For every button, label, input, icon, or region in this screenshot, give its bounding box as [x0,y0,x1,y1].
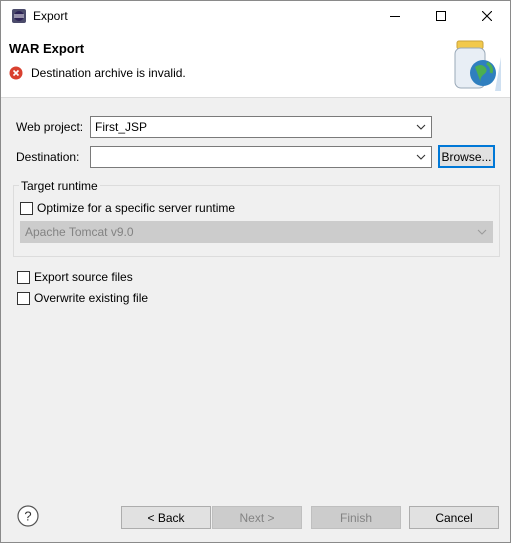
minimize-icon [390,16,400,17]
web-project-value: First_JSP [95,120,148,134]
chevron-down-icon [416,154,426,160]
error-message: Destination archive is invalid. [31,66,186,80]
chevron-down-icon [416,124,426,130]
eclipse-app-icon [12,9,26,23]
close-icon [482,11,492,21]
optimize-runtime-checkbox-row[interactable]: Optimize for a specific server runtime [20,201,235,215]
target-runtime-group-label: Target runtime [19,179,100,193]
export-dialog: Export WAR Export Destination archive is… [0,0,511,543]
back-button[interactable]: < Back [121,506,211,529]
destination-label: Destination: [16,150,80,164]
svg-text:?: ? [24,509,31,524]
overwrite-label: Overwrite existing file [34,291,149,305]
export-jar-globe-icon [437,40,501,91]
runtime-combo: Apache Tomcat v9.0 [20,221,493,243]
browse-button[interactable]: Browse... [438,145,495,168]
help-icon[interactable]: ? [17,505,39,527]
cancel-button[interactable]: Cancel [409,506,499,529]
next-button[interactable]: Next > [212,506,302,529]
maximize-button[interactable] [418,1,464,31]
destination-combo[interactable] [90,146,432,168]
window-title: Export [33,9,68,23]
export-source-checkbox[interactable] [17,270,30,284]
overwrite-checkbox-row[interactable]: Overwrite existing file [17,291,148,305]
chevron-down-icon [477,229,487,235]
wizard-banner: WAR Export Destination archive is invali… [1,31,510,98]
runtime-value: Apache Tomcat v9.0 [25,225,134,239]
error-icon [9,66,23,80]
web-project-combo[interactable]: First_JSP [90,116,432,138]
close-button[interactable] [464,1,510,31]
overwrite-checkbox[interactable] [17,291,30,305]
finish-button[interactable]: Finish [311,506,401,529]
wizard-title: WAR Export [9,41,85,56]
minimize-button[interactable] [372,1,418,31]
web-project-label: Web project: [16,120,84,134]
export-source-label: Export source files [34,270,133,284]
optimize-runtime-checkbox[interactable] [20,201,33,215]
maximize-icon [436,11,446,21]
export-source-checkbox-row[interactable]: Export source files [17,270,133,284]
title-bar: Export [1,1,510,31]
optimize-runtime-label: Optimize for a specific server runtime [37,201,236,215]
